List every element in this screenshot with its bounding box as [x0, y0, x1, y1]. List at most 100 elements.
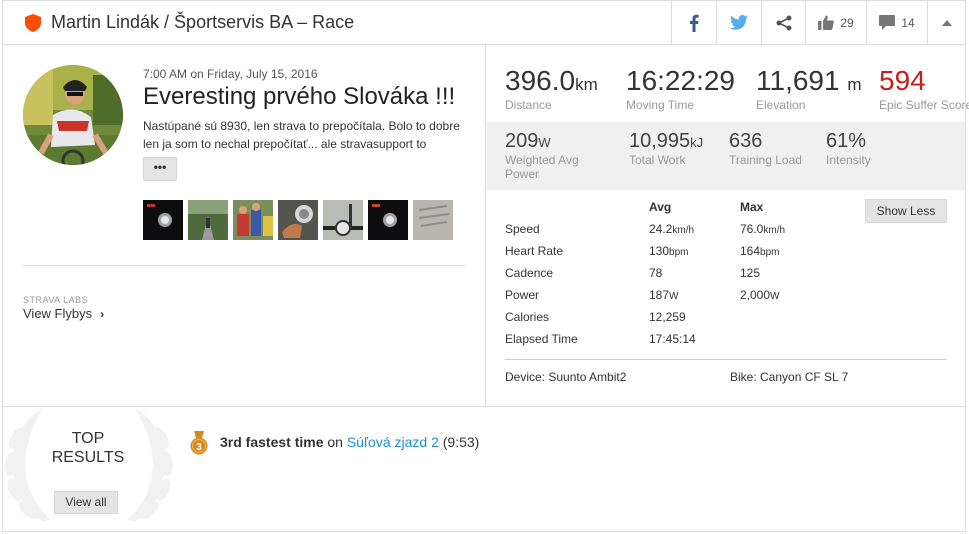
comments-button[interactable]: 14: [866, 1, 927, 44]
photo-thumbnail[interactable]: [368, 200, 408, 240]
show-less-button[interactable]: Show Less: [865, 199, 947, 223]
stat-value: 636: [729, 130, 763, 152]
stat-elevation: 11,691 m Elevation: [756, 65, 862, 112]
header-title-group: Martin Lindák / Športservis BA – Race: [3, 1, 354, 44]
max-value: 76.0: [740, 222, 764, 236]
description-line: len ja som to nechal prepočítať... ale s…: [143, 137, 427, 151]
photo-thumbnail[interactable]: [233, 200, 273, 240]
stat-label: Training Load: [729, 153, 802, 167]
activity-description: Nastúpané sú 8930, len strava to prepočí…: [143, 117, 473, 153]
avg-value: 12,259: [649, 310, 686, 324]
twitter-share-button[interactable]: [716, 1, 761, 44]
strava-shield-icon: [25, 13, 41, 32]
avg-value: 24.2: [649, 222, 673, 236]
heading-line: TOP: [71, 430, 105, 447]
top-results-heading: TOP RESULTS: [33, 429, 143, 467]
athlete-avatar[interactable]: [23, 65, 123, 165]
column-header-avg: Avg: [649, 200, 672, 214]
bike-info: Bike: Canyon CF SL 7: [730, 370, 849, 384]
max-unit: km/h: [763, 225, 786, 236]
achievement-time: (9:53): [442, 434, 480, 450]
stat-unit: kJ: [690, 135, 704, 150]
achievement-on: on: [327, 434, 343, 450]
max-unit: bpm: [760, 247, 780, 258]
view-all-button[interactable]: View all: [54, 491, 118, 514]
avg-value: 187: [649, 288, 670, 302]
photo-thumbnail[interactable]: [143, 200, 183, 240]
activity-details: 7:00 AM on Friday, July 15, 2016 Everest…: [3, 45, 486, 406]
row-label: Speed: [505, 222, 540, 236]
twitter-icon: [730, 15, 748, 30]
avg-value: 17:45:14: [649, 332, 696, 346]
more-description-button[interactable]: •••: [143, 157, 177, 181]
row-avg: 187W: [649, 288, 678, 302]
row-avg: 130bpm: [649, 244, 688, 258]
description-line: Nastúpané sú 8930, len strava to prepočí…: [143, 119, 460, 133]
share-button[interactable]: [761, 1, 805, 44]
row-avg: 24.2km/h: [649, 222, 694, 236]
top-results-section: TOP RESULTS View all 3 3rd fastest time …: [3, 406, 965, 533]
row-label: Elapsed Time: [505, 332, 578, 346]
divider: [505, 359, 947, 360]
avg-unit: bpm: [669, 247, 689, 258]
page-title[interactable]: Martin Lindák / Športservis BA – Race: [51, 12, 354, 33]
kudos-button[interactable]: 29: [805, 1, 866, 44]
chevron-right-icon: ›: [100, 306, 105, 321]
avg-unit: W: [669, 291, 679, 302]
stat-suffer-score[interactable]: 594 Epic Suffer Score: [879, 65, 969, 112]
laurel-wreath-icon: [4, 408, 174, 522]
stat-label: Intensity: [826, 153, 871, 167]
thumbs-up-icon: [818, 15, 835, 30]
row-max: 164bpm: [740, 244, 779, 258]
stat-training-load: 636 Training Load: [729, 130, 802, 167]
avg-value: 130: [649, 244, 670, 258]
activity-date: 7:00 AM on Friday, July 15, 2016: [143, 67, 318, 81]
row-max: 76.0km/h: [740, 222, 785, 236]
max-value: 2,000: [740, 288, 771, 302]
stat-value: 209: [505, 130, 539, 152]
segment-link[interactable]: Súľová zjazd 2: [347, 434, 439, 450]
stat-value: 594: [879, 65, 926, 96]
stat-unit: km: [575, 75, 598, 94]
column-header-max: Max: [740, 200, 764, 214]
stat-label: Total Work: [629, 153, 686, 167]
comments-count: 14: [901, 15, 915, 30]
achievement-rank: 3rd fastest time: [220, 434, 324, 450]
secondary-stats: 209W Weighted Avg Power 10,995kJ Total W…: [487, 122, 965, 190]
stat-value: 10,995: [629, 130, 691, 152]
stat-label: Weighted Avg Power: [505, 153, 579, 181]
facebook-share-button[interactable]: [671, 1, 716, 44]
photo-thumbnail[interactable]: [413, 200, 453, 240]
stat-unit: W: [538, 135, 551, 150]
stat-intensity: 61% Intensity: [826, 130, 871, 167]
comment-icon: [879, 15, 896, 30]
photo-thumbnail[interactable]: [188, 200, 228, 240]
stat-weighted-power: 209W Weighted Avg Power: [505, 130, 595, 181]
stat-unit: m: [847, 75, 862, 94]
photo-thumbnail[interactable]: [278, 200, 318, 240]
activity-stats: 396.0km Distance 16:22:29 Moving Time 11…: [487, 45, 969, 406]
photo-thumbnail[interactable]: [323, 200, 363, 240]
activity-card: Martin Lindák / Športservis BA – Race 29…: [2, 0, 969, 533]
stat-total-work: 10,995kJ Total Work: [629, 130, 703, 167]
avg-value: 78: [649, 266, 663, 280]
stat-moving-time: 16:22:29 Moving Time: [626, 65, 735, 112]
stat-value: 396.0: [505, 65, 576, 96]
heading-line: RESULTS: [51, 449, 125, 466]
activity-header: Martin Lindák / Športservis BA – Race 29…: [3, 1, 965, 45]
facebook-icon: [690, 14, 699, 32]
view-flybys-link[interactable]: View Flybys ›: [23, 306, 104, 321]
stat-value: 61%: [826, 130, 867, 152]
device-info: Device: Suunto Ambit2: [505, 370, 627, 384]
row-label: Heart Rate: [505, 244, 564, 258]
activity-title: Everesting prvého Slováka !!!: [143, 83, 456, 110]
photo-strip: [143, 200, 453, 240]
max-value: 125: [740, 266, 761, 280]
stat-label: Elevation: [756, 98, 806, 112]
view-flybys-label: View Flybys: [23, 306, 93, 321]
caret-up-icon: [941, 20, 952, 26]
collapse-button[interactable]: [927, 1, 965, 44]
max-value: 164: [740, 244, 761, 258]
achievement-item: 3rd fastest time on Súľová zjazd 2 (9:53…: [220, 434, 479, 450]
kudos-count: 29: [840, 15, 854, 30]
